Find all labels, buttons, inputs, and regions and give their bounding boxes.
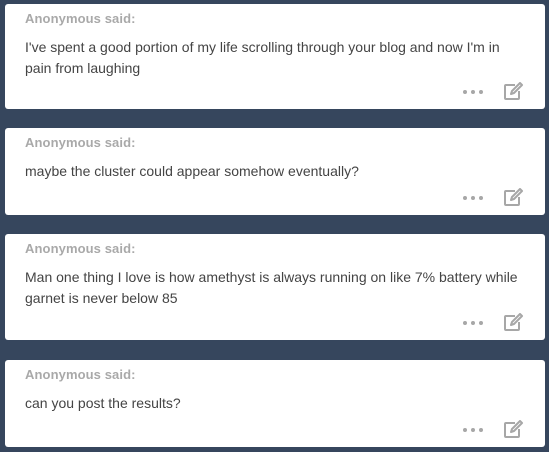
- edit-icon[interactable]: [503, 420, 524, 439]
- ellipsis-icon[interactable]: [463, 193, 483, 203]
- asker-name: Anonymous said:: [25, 11, 136, 26]
- edit-icon[interactable]: [503, 313, 524, 332]
- ask-card: Anonymous said: maybe the cluster could …: [5, 128, 545, 215]
- question-text: maybe the cluster could appear somehow e…: [25, 163, 359, 179]
- question-text: Man one thing I love is how amethyst is …: [25, 269, 518, 306]
- edit-icon[interactable]: [503, 188, 524, 207]
- asker-name: Anonymous said:: [25, 241, 136, 256]
- ellipsis-icon[interactable]: [463, 318, 483, 328]
- ask-card: Anonymous said: Man one thing I love is …: [5, 234, 545, 340]
- asker-name: Anonymous said:: [25, 367, 136, 382]
- question-text: I've spent a good portion of my life scr…: [25, 39, 500, 76]
- ellipsis-icon[interactable]: [463, 425, 483, 435]
- ellipsis-icon[interactable]: [463, 87, 483, 97]
- question-text: can you post the results?: [25, 395, 181, 411]
- ask-card: Anonymous said: can you post the results…: [5, 360, 545, 447]
- edit-icon[interactable]: [503, 82, 524, 101]
- ask-card: Anonymous said: I've spent a good portio…: [5, 4, 545, 109]
- asker-name: Anonymous said:: [25, 135, 136, 150]
